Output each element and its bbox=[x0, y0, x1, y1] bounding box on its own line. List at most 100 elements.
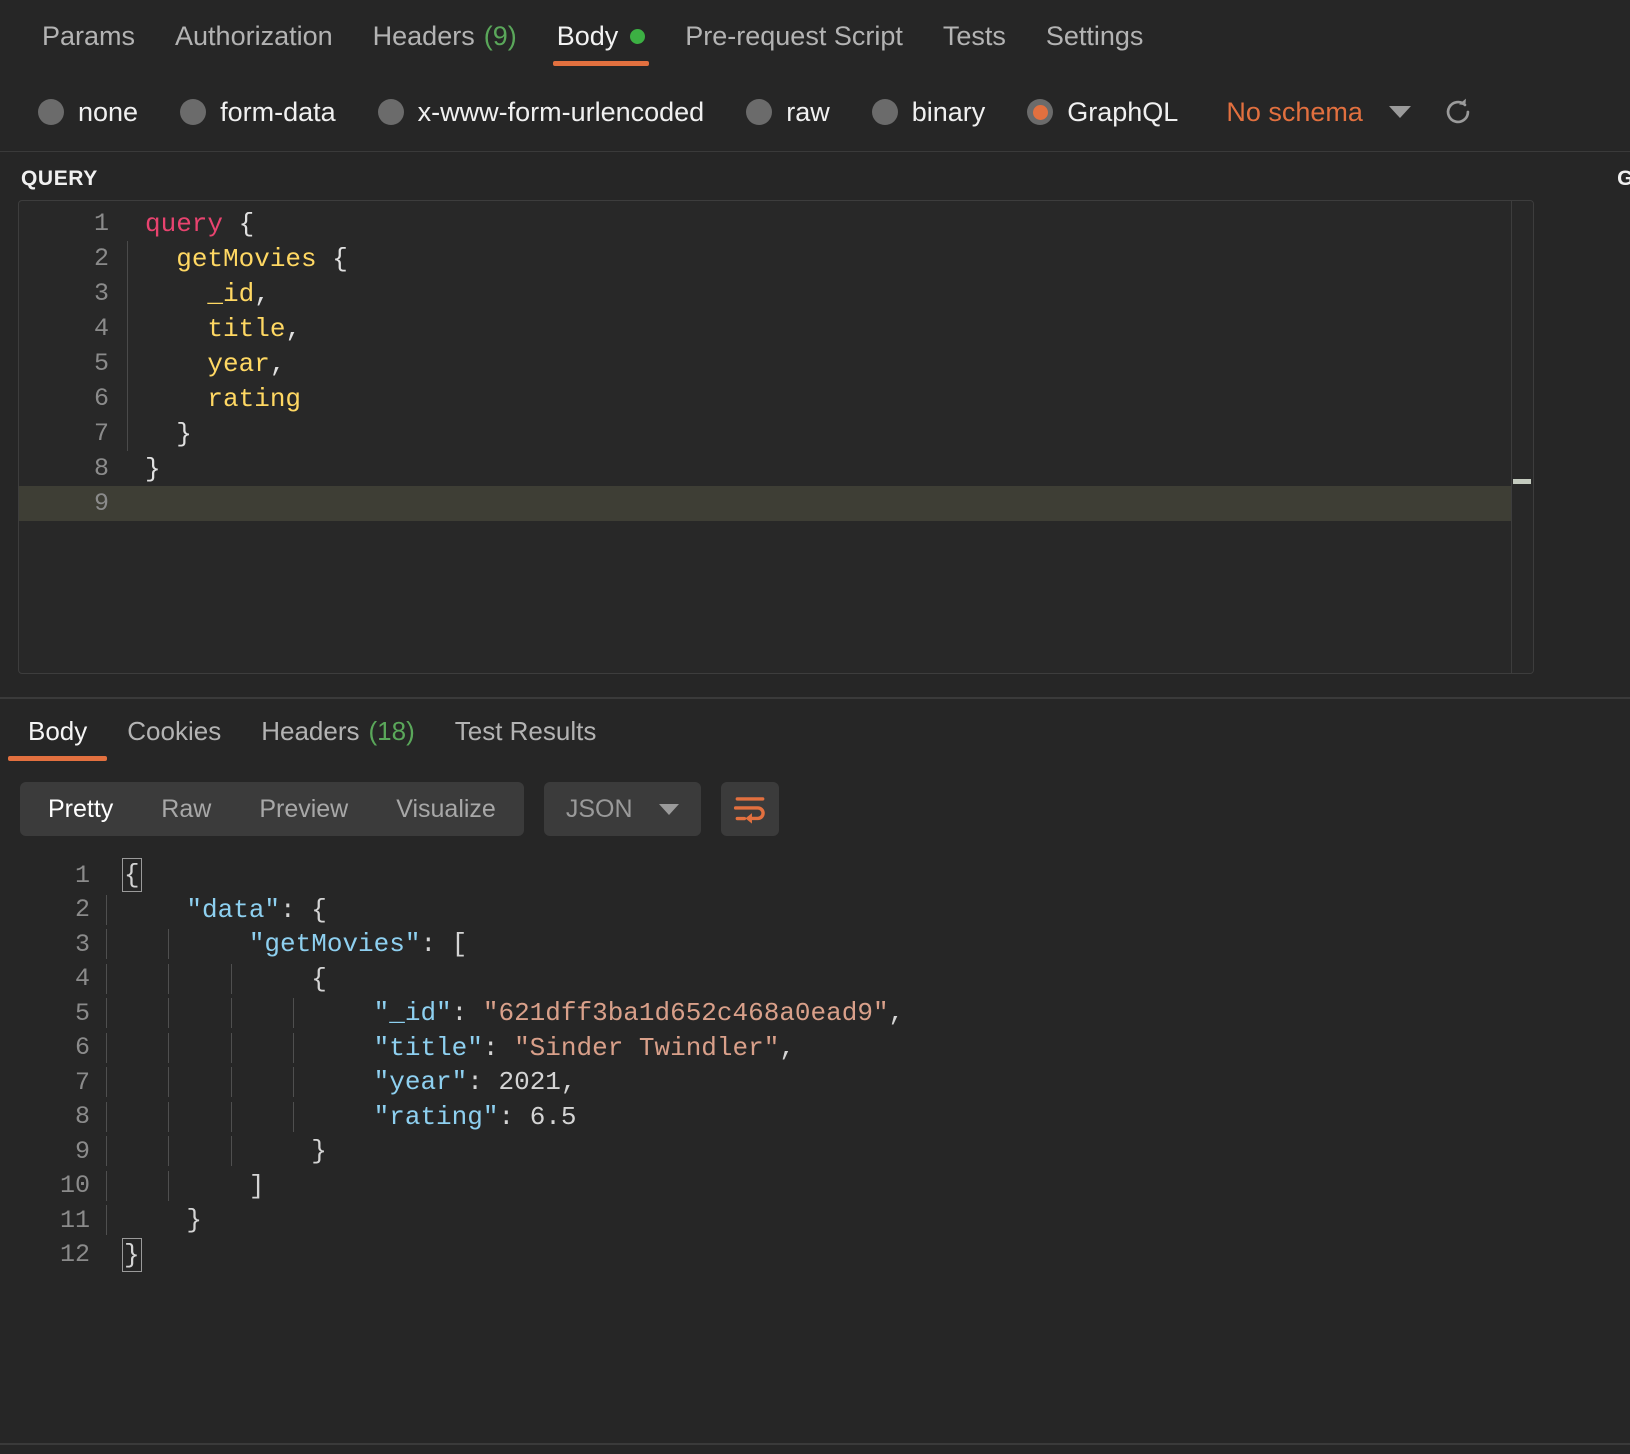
request-tab-tests[interactable]: Tests bbox=[923, 0, 1026, 72]
code-token: , bbox=[285, 314, 301, 344]
query-code-line: 8} bbox=[19, 451, 1533, 486]
response-code-line: 8 "rating": 6.5 bbox=[0, 1100, 1630, 1135]
response-tab-label: Body bbox=[28, 716, 87, 747]
code-token bbox=[124, 998, 374, 1028]
indent-guide bbox=[231, 998, 232, 1028]
refresh-schema-button[interactable] bbox=[1441, 95, 1475, 129]
indent-guide bbox=[106, 929, 107, 959]
response-view-preview[interactable]: Preview bbox=[235, 786, 372, 832]
line-number: 8 bbox=[19, 454, 127, 483]
code-token: query bbox=[145, 209, 223, 239]
body-type-label: raw bbox=[786, 97, 830, 128]
radio-icon bbox=[872, 99, 898, 125]
response-view-visualize[interactable]: Visualize bbox=[372, 786, 520, 832]
word-wrap-button[interactable] bbox=[721, 782, 779, 836]
code-token: "getMovies" bbox=[249, 929, 421, 959]
body-type-none[interactable]: none bbox=[38, 97, 138, 128]
response-code-text: "data": { bbox=[106, 895, 327, 925]
body-type-graphql[interactable]: GraphQL bbox=[1027, 97, 1178, 128]
word-wrap-icon bbox=[733, 794, 767, 824]
request-tab-body[interactable]: Body bbox=[537, 0, 666, 72]
indent-guide bbox=[293, 1033, 294, 1063]
request-tab-label: Headers bbox=[373, 21, 475, 52]
response-body-code[interactable]: 1{2 "data": {3 "getMovies": [4 {5 "_id":… bbox=[0, 858, 1630, 1398]
indent-guide bbox=[106, 1205, 107, 1235]
graphql-query-editor[interactable]: 1query {2 getMovies {3 _id,4 title,5 yea… bbox=[18, 200, 1534, 674]
response-code-text: "_id": "621dff3ba1d652c468a0ead9", bbox=[106, 998, 904, 1028]
response-code-line: 1{ bbox=[0, 858, 1630, 893]
line-number: 12 bbox=[0, 1240, 106, 1269]
indent-guide bbox=[106, 895, 107, 925]
query-code-text: title, bbox=[127, 314, 301, 344]
code-token: title bbox=[207, 314, 285, 344]
request-tab-count: (9) bbox=[484, 21, 517, 52]
request-tab-params[interactable]: Params bbox=[22, 0, 155, 72]
body-type-label: GraphQL bbox=[1067, 97, 1178, 128]
query-code-text: } bbox=[127, 419, 192, 449]
line-number: 6 bbox=[0, 1033, 106, 1062]
line-number: 10 bbox=[0, 1171, 106, 1200]
request-tab-authorization[interactable]: Authorization bbox=[155, 0, 353, 72]
body-type-form-data[interactable]: form-data bbox=[180, 97, 336, 128]
response-tab-cookies[interactable]: Cookies bbox=[107, 699, 241, 763]
line-number: 7 bbox=[0, 1068, 106, 1097]
code-token bbox=[317, 244, 333, 274]
response-code-line: 7 "year": 2021, bbox=[0, 1065, 1630, 1100]
response-tab-test-results[interactable]: Test Results bbox=[435, 699, 617, 763]
query-editor-scrollbar[interactable] bbox=[1511, 201, 1533, 673]
body-type-x-www-form-urlencoded[interactable]: x-www-form-urlencoded bbox=[378, 97, 705, 128]
indent-guide bbox=[168, 1136, 169, 1166]
code-token: } bbox=[124, 1240, 140, 1270]
response-format-select[interactable]: JSON bbox=[544, 782, 701, 836]
scrollbar-thumb[interactable] bbox=[1513, 479, 1531, 484]
request-tab-headers[interactable]: Headers (9) bbox=[353, 0, 537, 72]
indent-guide bbox=[106, 1136, 107, 1166]
line-number: 11 bbox=[0, 1206, 106, 1235]
code-token bbox=[145, 314, 207, 344]
code-token: } bbox=[145, 454, 161, 484]
body-type-raw[interactable]: raw bbox=[746, 97, 830, 128]
line-number: 4 bbox=[19, 314, 127, 343]
response-tab-body[interactable]: Body bbox=[8, 699, 107, 763]
response-tab-bar: Body Cookies Headers(18)Test Results bbox=[0, 699, 1630, 763]
body-type-label: x-www-form-urlencoded bbox=[418, 97, 705, 128]
body-type-binary[interactable]: binary bbox=[872, 97, 986, 128]
response-code-line: 10 ] bbox=[0, 1169, 1630, 1204]
indent-guide bbox=[168, 929, 169, 959]
indent-guide bbox=[231, 1067, 232, 1097]
code-token: rating bbox=[207, 384, 301, 414]
response-view-raw[interactable]: Raw bbox=[137, 786, 235, 832]
query-code-text: getMovies { bbox=[127, 244, 348, 274]
code-token bbox=[145, 244, 176, 274]
query-section-label: QUERY bbox=[21, 167, 98, 191]
response-tab-headers[interactable]: Headers(18) bbox=[241, 699, 435, 763]
request-tab-pre-request-script[interactable]: Pre-request Script bbox=[665, 0, 923, 72]
response-tab-label: Cookies bbox=[127, 716, 221, 747]
code-token bbox=[124, 1102, 374, 1132]
indent-guide bbox=[106, 1033, 107, 1063]
request-tab-settings[interactable]: Settings bbox=[1026, 0, 1164, 72]
code-token: _id bbox=[207, 279, 254, 309]
body-type-label: binary bbox=[912, 97, 986, 128]
query-code-line: 9 bbox=[19, 486, 1533, 521]
response-code-text: } bbox=[106, 1205, 202, 1235]
response-tab-count: (18) bbox=[368, 716, 414, 747]
body-type-radio-group: none form-data x-www-form-urlencoded raw bin… bbox=[0, 72, 1630, 152]
line-number: 2 bbox=[19, 244, 127, 273]
body-type-label: none bbox=[78, 97, 138, 128]
code-token bbox=[145, 279, 207, 309]
body-type-label: form-data bbox=[220, 97, 336, 128]
query-code-line: 1query { bbox=[19, 206, 1533, 241]
indent-guide bbox=[106, 1102, 107, 1132]
code-token: , bbox=[779, 1033, 795, 1063]
response-code-text: "title": "Sinder Twindler", bbox=[106, 1033, 795, 1063]
query-code-line: 7 } bbox=[19, 416, 1533, 451]
schema-selector[interactable]: No schema bbox=[1226, 97, 1411, 128]
indent-guide bbox=[168, 1033, 169, 1063]
line-number: 8 bbox=[0, 1102, 106, 1131]
query-code-line: 6 rating bbox=[19, 381, 1533, 416]
response-view-pretty[interactable]: Pretty bbox=[24, 786, 137, 832]
code-token: : bbox=[483, 1033, 514, 1063]
code-token: , bbox=[254, 279, 270, 309]
code-token: { bbox=[124, 964, 327, 994]
